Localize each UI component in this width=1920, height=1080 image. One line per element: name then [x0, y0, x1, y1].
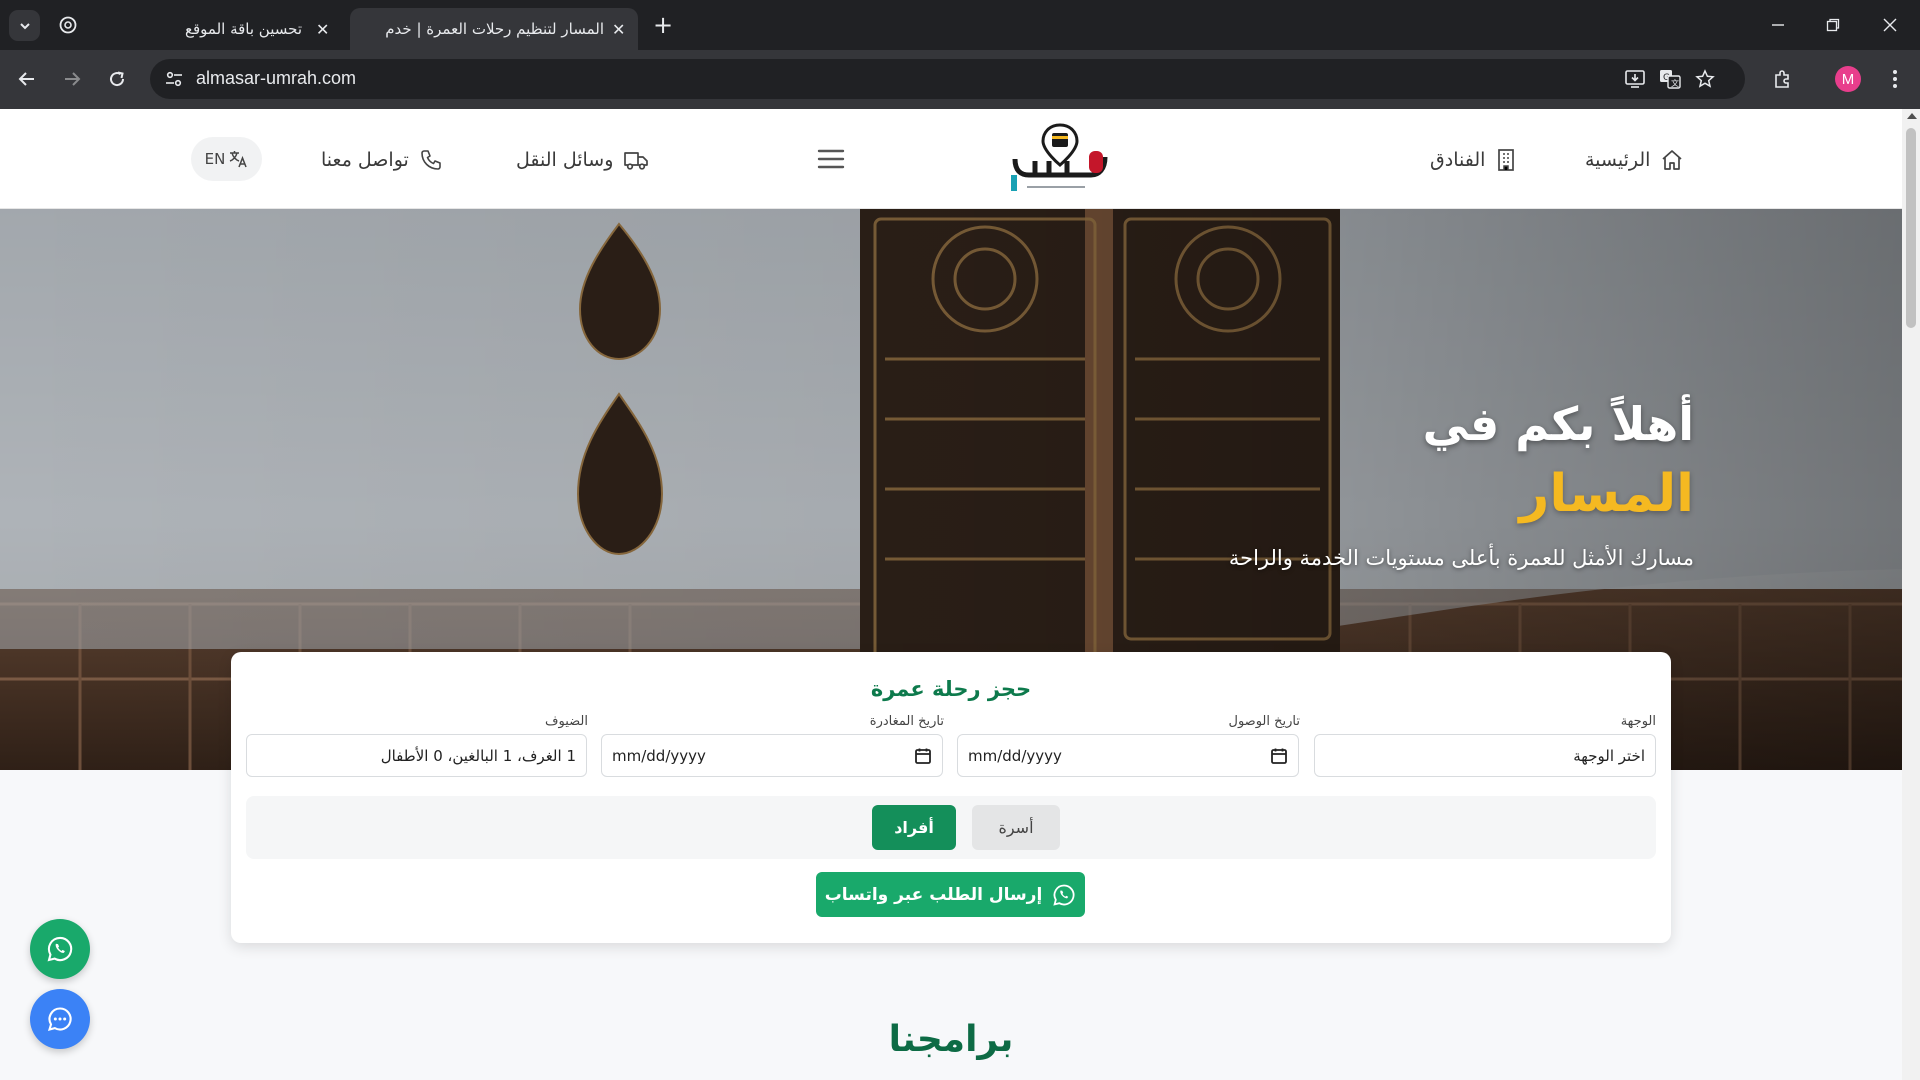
nav-transport[interactable]: وسائل النقل [516, 145, 649, 175]
calendar-icon[interactable] [914, 747, 932, 765]
send-whatsapp-label: إرسال الطلب عبر واتساب [824, 884, 1043, 905]
guests-selector[interactable]: 1 الغرف، 1 البالغين، 0 الأطفال [246, 734, 587, 777]
site-settings-icon[interactable] [164, 69, 184, 89]
booking-title: حجز رحلة عمرة [870, 677, 1032, 701]
url-text[interactable]: almasar-umrah.com [196, 68, 356, 89]
departure-date-label: تاريخ المغادرة [869, 714, 944, 729]
booking-card: حجز رحلة عمرة الوجهة اختر الوجهة تاريخ ا… [231, 652, 1671, 943]
phone-icon [421, 150, 441, 170]
tab-almasar[interactable]: المسار لتنظيم رحلات العمرة | خدم ✕ [350, 8, 638, 50]
guests-label: الضيوف [545, 714, 588, 729]
nav-home-label: الرئيسية [1585, 149, 1651, 171]
extensions-button[interactable] [1767, 64, 1797, 94]
truck-icon [624, 152, 649, 170]
tab-site-package[interactable]: تحسين باقة الموقع ✕ [150, 8, 340, 50]
tab-title: المسار لتنظيم رحلات العمرة | خدم [385, 20, 604, 38]
reload-icon [110, 71, 125, 87]
minimize-button[interactable] [1765, 12, 1791, 38]
translate-icon [230, 151, 248, 168]
close-icon [1883, 18, 1897, 32]
arrow-left-icon [18, 72, 34, 86]
guests-value: 1 الغرف، 1 البالغين، 0 الأطفال [380, 746, 576, 765]
reload-button[interactable] [102, 64, 132, 94]
tab-search-button[interactable] [9, 10, 40, 41]
nav-home[interactable]: الرئيسية [1585, 145, 1684, 175]
site-header: الرئيسية الفنادق وسائل النقل تواصل معنا … [0, 109, 1902, 209]
language-switch-button[interactable]: EN [191, 137, 262, 181]
floating-whatsapp-button[interactable] [30, 919, 90, 979]
logo-icon [1011, 123, 1108, 191]
whatsapp-icon [47, 936, 73, 962]
address-bar[interactable]: almasar-umrah.com G文 [150, 59, 1745, 99]
home-icon [1662, 150, 1683, 170]
nav-contact-label: تواصل معنا [321, 149, 409, 171]
calendar-icon[interactable] [1270, 747, 1288, 765]
send-whatsapp-button[interactable]: إرسال الطلب عبر واتساب [816, 872, 1085, 917]
chevron-down-icon [19, 22, 30, 29]
scroll-up-arrow[interactable] [1907, 113, 1917, 119]
restore-icon [1826, 18, 1840, 32]
departure-date-input[interactable]: mm/dd/yyyy [601, 734, 943, 777]
whatsapp-icon [1053, 884, 1075, 906]
arrival-date-input[interactable]: mm/dd/yyyy [957, 734, 1299, 777]
profile-avatar[interactable]: M [1835, 66, 1861, 92]
trip-type-selector: أسرة أفراد [246, 796, 1656, 859]
language-label: EN [204, 150, 226, 168]
browser-tab-bar: تحسين باقة الموقع ✕ المسار لتنظيم رحلات … [0, 0, 1920, 50]
destination-select[interactable]: اختر الوجهة [1314, 734, 1656, 777]
hamburger-menu-icon[interactable] [816, 148, 846, 170]
hero-title-line1: أهلاً بكم في [1422, 397, 1694, 451]
nav-hotels-label: الفنادق [1430, 149, 1486, 171]
chatgpt-icon [59, 16, 77, 34]
arrival-date-placeholder: mm/dd/yyyy [968, 746, 1062, 765]
more-vertical-icon [1893, 70, 1897, 88]
destination-label: الوجهة [1620, 714, 1656, 729]
family-type-button[interactable]: أسرة [972, 805, 1060, 850]
arrival-date-label: تاريخ الوصول [1228, 714, 1301, 729]
new-tab-button[interactable]: + [651, 10, 675, 40]
page-viewport: الرئيسية الفنادق وسائل النقل تواصل معنا … [0, 109, 1902, 1080]
browser-menu-button[interactable] [1880, 64, 1910, 94]
close-icon[interactable]: ✕ [316, 20, 329, 39]
restore-button[interactable] [1820, 12, 1846, 38]
close-icon[interactable]: ✕ [612, 20, 625, 39]
forward-button[interactable] [57, 64, 87, 94]
nav-contact[interactable]: تواصل معنا [321, 145, 443, 175]
destination-value: اختر الوجهة [1573, 746, 1645, 765]
minimize-icon [1772, 24, 1784, 26]
hero-title-line2: المسار [1519, 464, 1694, 524]
scroll-thumb[interactable] [1906, 128, 1916, 328]
install-app-icon[interactable] [1623, 68, 1647, 90]
svg-text:文: 文 [1671, 78, 1679, 88]
hero-subtitle: مسارك الأمثل للعمرة بأعلى مستويات الخدمة… [1228, 546, 1694, 570]
tab-title: تحسين باقة الموقع [185, 20, 302, 38]
building-icon [1498, 149, 1515, 171]
nav-transport-label: وسائل النقل [516, 149, 614, 171]
departure-date-placeholder: mm/dd/yyyy [612, 746, 706, 765]
floating-chat-button[interactable] [30, 989, 90, 1049]
puzzle-icon [1775, 70, 1789, 88]
back-button[interactable] [12, 64, 42, 94]
close-window-button[interactable] [1877, 12, 1903, 38]
programs-heading: برامجنا [888, 1019, 1014, 1060]
bookmark-star-icon[interactable] [1693, 68, 1717, 90]
site-logo[interactable] [1005, 121, 1110, 199]
browser-toolbar: almasar-umrah.com G文 M [0, 50, 1920, 109]
translate-icon[interactable]: G文 [1658, 68, 1682, 90]
chat-bubble-icon [47, 1007, 72, 1031]
individuals-type-button[interactable]: أفراد [872, 805, 956, 850]
arrow-right-icon [65, 72, 81, 86]
nav-hotels[interactable]: الفنادق [1430, 145, 1517, 175]
page-scrollbar[interactable] [1902, 109, 1920, 1080]
